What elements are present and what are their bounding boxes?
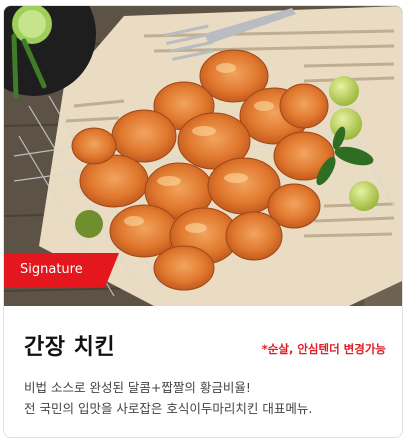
- signature-badge: Signature: [4, 253, 119, 287]
- description-line: 전 국민의 입맛을 사로잡은 호식이두마리치킨 대표메뉴.: [24, 401, 313, 416]
- option-note: *순살, 안심텐더 변경가능: [261, 342, 386, 356]
- product-title[interactable]: 간장 치킨: [24, 329, 115, 361]
- product-card[interactable]: Signature 간장 치킨 *순살, 안심텐더 변경가능 비법 소스로 완성…: [3, 5, 403, 438]
- description-line: 비법 소스로 완성된 달콤+짭짤의 황금비율!: [24, 380, 251, 395]
- product-description: 비법 소스로 완성된 달콤+짭짤의 황금비율! 전 국민의 입맛을 사로잡은 호…: [24, 377, 394, 419]
